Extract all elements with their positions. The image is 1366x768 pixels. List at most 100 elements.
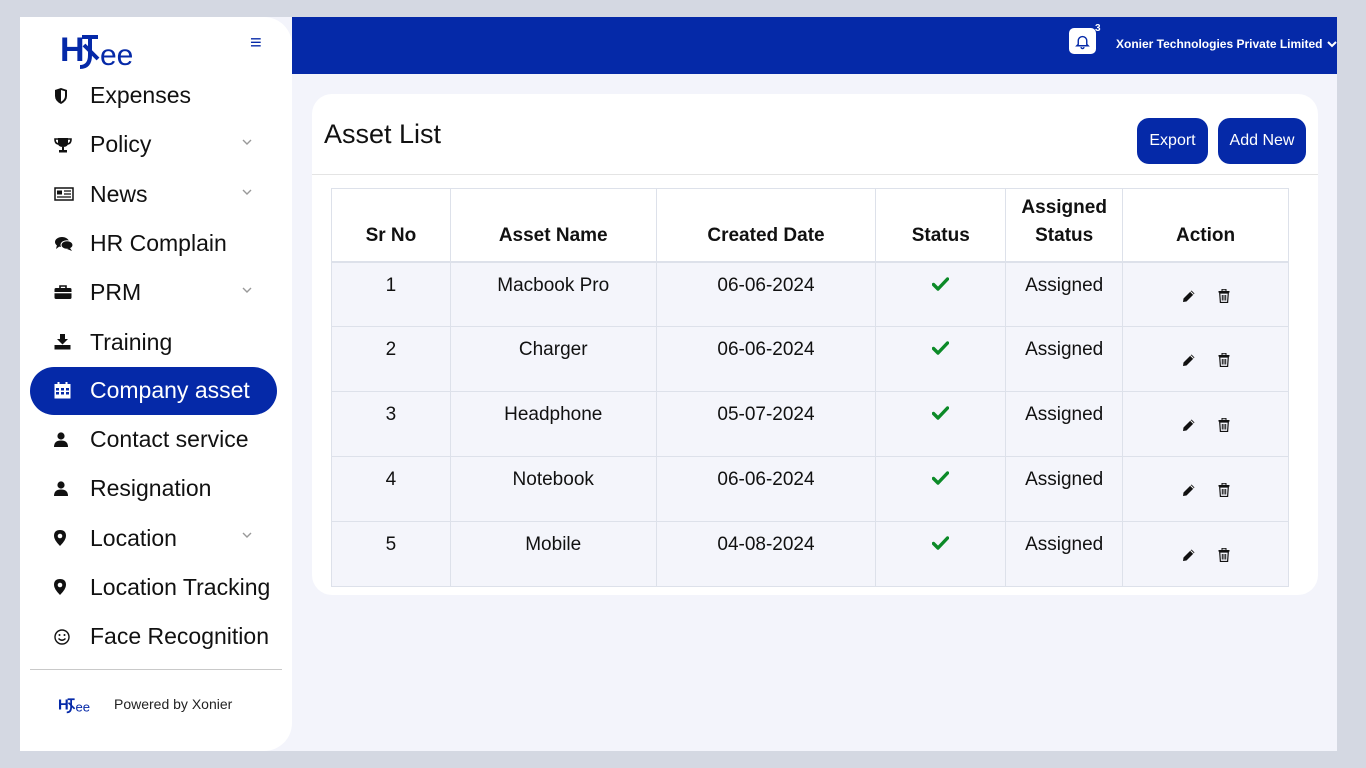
chevron-down-icon	[242, 532, 252, 539]
cell-created-date: 06-06-2024	[655, 261, 877, 327]
sidebar-item-company-asset[interactable]: Company asset	[30, 366, 277, 415]
column-header: Sr No	[331, 188, 451, 263]
page-title: Asset List	[324, 119, 442, 149]
svg-text:ee: ee	[76, 699, 91, 714]
svg-text:H: H	[60, 31, 85, 69]
sidebar-item-resignation[interactable]: Resignation	[20, 464, 292, 513]
pencil-icon	[1182, 549, 1195, 561]
edit-button[interactable]	[1182, 351, 1196, 373]
table-row: 3 Headphone 05-07-2024 Assigned	[331, 391, 1289, 457]
user-icon	[54, 481, 68, 497]
sidebar-item-label: Resignation	[90, 475, 212, 502]
pencil-icon	[1182, 419, 1195, 431]
edit-button[interactable]	[1182, 287, 1196, 309]
sidebar-item-label: HR Complain	[90, 230, 227, 257]
sidebar-item-location[interactable]: Location	[20, 513, 292, 562]
table-row: 1 Macbook Pro 06-06-2024 Assigned	[331, 261, 1289, 327]
sidebar-item-contact-service[interactable]: Contact service	[20, 415, 292, 464]
company-switcher[interactable]: Xonier Technologies Private Limited	[1116, 37, 1337, 51]
calendar-icon	[54, 382, 71, 399]
column-header: Created Date	[655, 188, 877, 263]
svg-text:ee: ee	[100, 39, 133, 71]
sidebar-item-news[interactable]: News	[20, 170, 292, 219]
cell-status	[875, 521, 1007, 587]
hamburger-menu-icon[interactable]: ≡	[250, 32, 262, 55]
column-header: Status	[875, 188, 1007, 263]
sidebar-item-label: Location Tracking	[90, 573, 271, 600]
column-header: Assigned Status	[1005, 188, 1124, 263]
sidebar-item-label: Policy	[90, 131, 152, 158]
card-divider	[312, 174, 1318, 175]
cell-assigned-status: Assigned	[1005, 261, 1124, 327]
notification-button[interactable]	[1069, 28, 1096, 54]
sidebar-item-label: Location	[90, 524, 177, 551]
trash-icon	[1218, 417, 1230, 433]
sidebar-item-label: Face Recognition	[90, 623, 269, 650]
check-icon	[932, 276, 950, 291]
asset-table: Sr No Asset Name Created Date Status Ass…	[331, 188, 1289, 587]
cell-created-date: 06-06-2024	[655, 326, 877, 392]
edit-button[interactable]	[1182, 546, 1196, 568]
top-bar: 3 Xonier Technologies Private Limited	[292, 17, 1337, 74]
sidebar-item-label: Company asset	[90, 377, 250, 404]
add-new-button[interactable]: Add New	[1218, 118, 1306, 164]
delete-button[interactable]	[1218, 481, 1230, 503]
table-row: 2 Charger 06-06-2024 Assigned	[331, 326, 1289, 392]
cell-asset-name: Charger	[449, 326, 657, 392]
delete-button[interactable]	[1218, 287, 1230, 309]
cell-status	[875, 456, 1007, 522]
column-header: Action	[1122, 188, 1289, 263]
sidebar-item-label: PRM	[90, 279, 142, 306]
cell-status	[875, 391, 1007, 457]
sidebar-item-prm[interactable]: PRM	[20, 268, 292, 317]
sidebar-menu: Expenses Policy News HR Complain PRM Tra…	[20, 71, 292, 661]
delete-button[interactable]	[1218, 351, 1230, 373]
cell-sr-no: 5	[331, 521, 451, 587]
cell-created-date: 06-06-2024	[655, 456, 877, 522]
cell-assigned-status: Assigned	[1005, 456, 1124, 522]
map-pin-icon	[54, 579, 66, 596]
sidebar-item-location-tracking[interactable]: Location Tracking	[20, 563, 292, 612]
column-header: Asset Name	[449, 188, 657, 263]
sidebar-item-face-recognition[interactable]: Face Recognition	[20, 612, 292, 661]
sidebar-item-label: Expenses	[90, 82, 192, 109]
cell-action	[1122, 261, 1289, 327]
cell-sr-no: 4	[331, 456, 451, 522]
cell-action	[1122, 391, 1289, 457]
trash-icon	[1218, 482, 1230, 498]
shield-icon	[55, 87, 67, 104]
map-pin-icon	[54, 530, 66, 547]
cell-assigned-status: Assigned	[1005, 391, 1124, 457]
trash-icon	[1218, 288, 1230, 303]
briefcase-icon	[54, 285, 72, 300]
trash-icon	[1218, 352, 1230, 368]
check-icon	[932, 471, 950, 485]
sidebar-item-policy[interactable]: Policy	[20, 120, 292, 169]
sidebar-item-label: News	[90, 180, 148, 207]
notification-count: 3	[1095, 23, 1101, 34]
cell-asset-name: Notebook	[449, 456, 657, 522]
export-button[interactable]: Export	[1137, 118, 1208, 164]
edit-button[interactable]	[1182, 416, 1196, 438]
sidebar-item-hr-complain[interactable]: HR Complain	[20, 219, 292, 268]
delete-button[interactable]	[1218, 416, 1230, 438]
sidebar: H ee ≡ Expenses Policy News HR Complain …	[20, 17, 292, 751]
hrjee-small-logo: H ee	[58, 698, 91, 715]
table-row: 5 Mobile 04-08-2024 Assigned	[331, 521, 1289, 587]
table-header-row: Sr No Asset Name Created Date Status Ass…	[331, 188, 1289, 263]
chat-bubbles-icon	[55, 236, 74, 251]
user-icon	[54, 432, 68, 447]
cell-sr-no: 3	[331, 391, 451, 457]
check-icon	[932, 341, 950, 355]
edit-button[interactable]	[1182, 481, 1196, 503]
sidebar-item-expenses[interactable]: Expenses	[20, 71, 292, 120]
cell-sr-no: 2	[331, 326, 451, 392]
sidebar-item-training[interactable]: Training	[20, 317, 292, 366]
cell-asset-name: Headphone	[449, 391, 657, 457]
cell-action	[1122, 456, 1289, 522]
pencil-icon	[1182, 354, 1195, 366]
asset-list-card: Asset List Export Add New Sr No Asset Na…	[312, 94, 1318, 595]
cell-assigned-status: Assigned	[1005, 521, 1124, 587]
delete-button[interactable]	[1218, 546, 1230, 568]
hrjee-logo[interactable]: H ee	[60, 25, 156, 76]
